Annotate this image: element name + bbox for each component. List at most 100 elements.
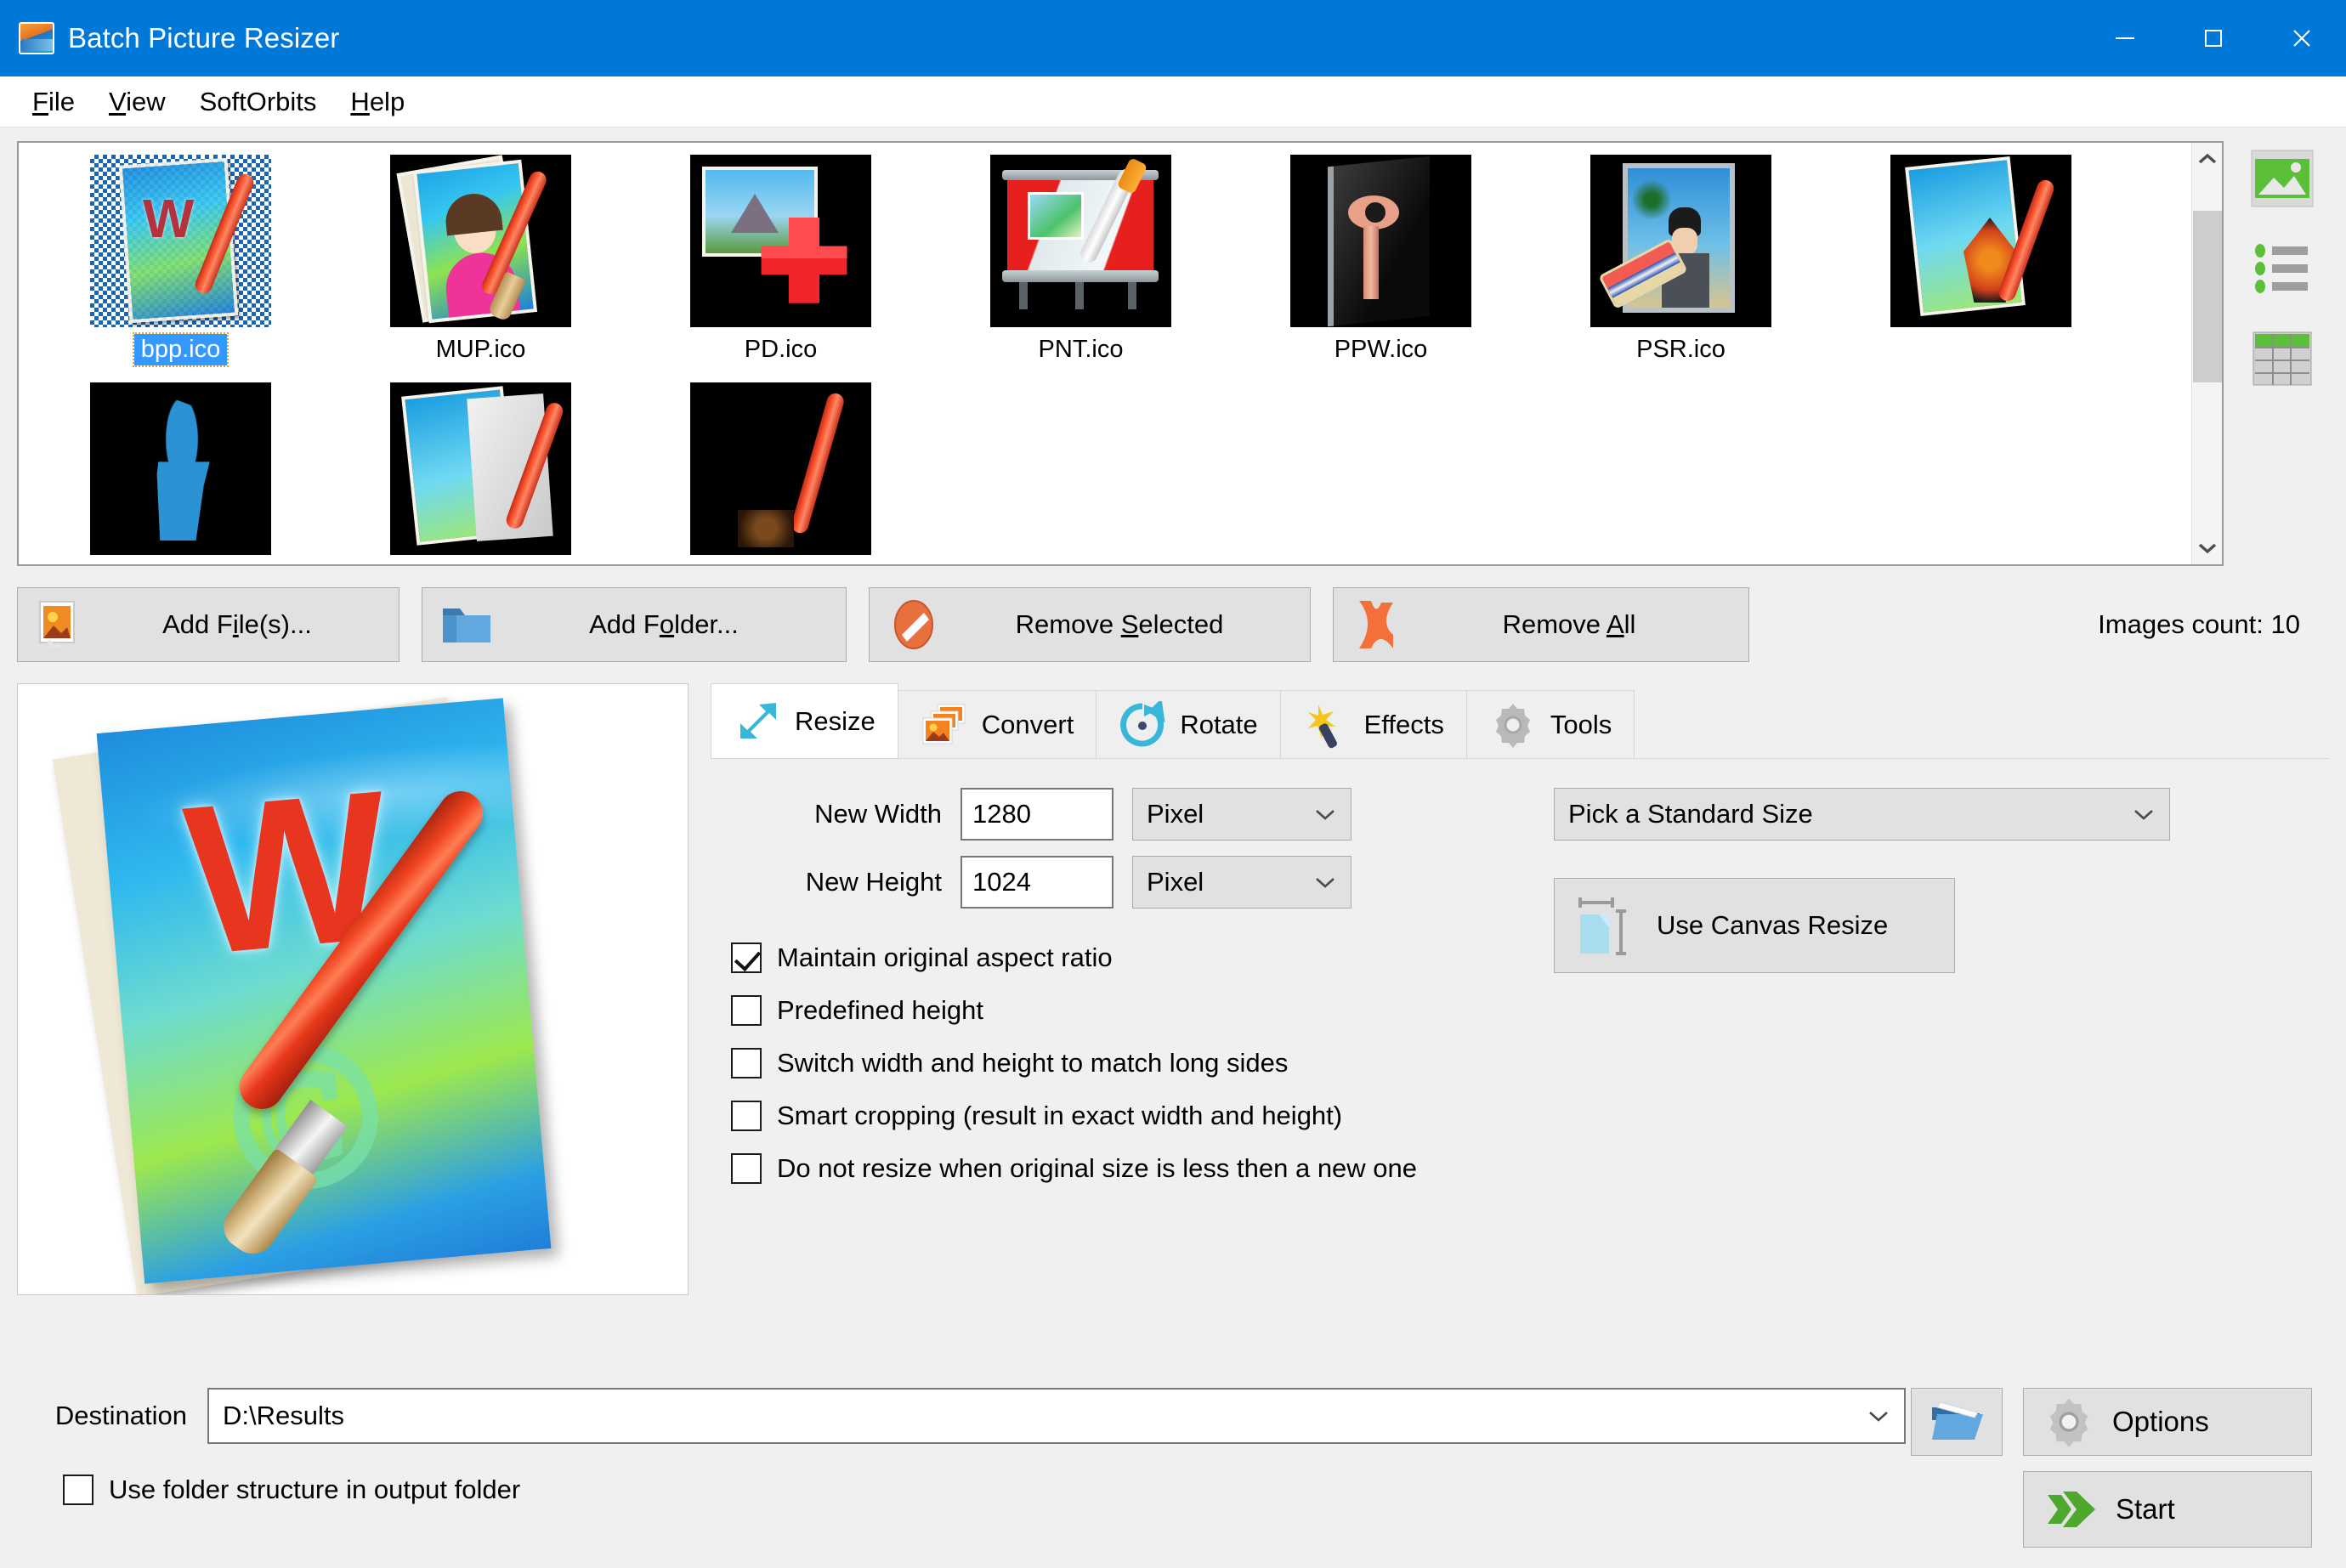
tab-tools[interactable]: Tools: [1465, 690, 1635, 758]
destination-input[interactable]: D:\Results: [207, 1388, 1906, 1444]
maintain-aspect-ratio-row[interactable]: Maintain original aspect ratio: [731, 942, 1493, 973]
settings-panel: Resize Convert Rotate Effects Tools New …: [711, 683, 2329, 1379]
browse-destination-button[interactable]: [1911, 1388, 2003, 1456]
thumbnail-item[interactable]: W bpp.ico: [31, 155, 331, 382]
thumbnail-image: [690, 382, 871, 555]
resize-form-right: Pick a Standard Size Use Canvas Resize: [1493, 788, 2329, 1379]
options-button[interactable]: Options: [2023, 1388, 2312, 1456]
new-width-field: New Width 1280 Pixel: [731, 788, 1493, 841]
menu-item-file[interactable]: File: [15, 82, 92, 122]
thumbnail-item[interactable]: PNT.ico: [931, 155, 1231, 382]
thumbnail-image: W: [90, 155, 271, 327]
switch-width-height-row[interactable]: Switch width and height to match long si…: [731, 1048, 1493, 1078]
images-count-label: Images count: 10: [2098, 609, 2300, 639]
tab-label-rotate: Rotate: [1180, 709, 1258, 739]
resize-arrow-icon: [740, 702, 776, 739]
thumbnail-caption: [174, 562, 188, 564]
new-width-unit-select[interactable]: Pixel: [1132, 788, 1352, 841]
options-label: Options: [2112, 1406, 2209, 1437]
maintain-aspect-ratio-checkbox[interactable]: [731, 942, 762, 973]
open-folder-icon: [1932, 1401, 1983, 1440]
remove-all-button[interactable]: Remove All: [1333, 587, 1749, 662]
thumbnail-caption: [774, 562, 788, 564]
thumbnail-image: [390, 382, 571, 555]
details-view-button[interactable]: [2248, 325, 2316, 393]
chevron-down-icon: [1869, 1412, 1888, 1422]
switch-width-height-checkbox[interactable]: [731, 1048, 762, 1078]
predefined-height-checkbox[interactable]: [731, 995, 762, 1026]
settings-tabs: Resize Convert Rotate Effects Tools: [711, 683, 2329, 758]
do-not-resize-row[interactable]: Do not resize when original size is less…: [731, 1153, 1493, 1184]
menu-item-view[interactable]: View: [92, 82, 183, 122]
thumbnail-item[interactable]: [1831, 155, 2131, 382]
thumbnail-item[interactable]: [631, 382, 931, 564]
start-button[interactable]: Start: [2023, 1471, 2312, 1548]
scroll-up-button[interactable]: [2192, 143, 2223, 175]
main-content: W bpp.ico MUP.ico PD.ico PNT.ico PPW.ico…: [0, 127, 2346, 1568]
thumbnail-list-panel[interactable]: W bpp.ico MUP.ico PD.ico PNT.ico PPW.ico…: [17, 141, 2224, 566]
standard-size-select[interactable]: Pick a Standard Size: [1554, 788, 2170, 841]
thumbnail-art-leg: [1075, 282, 1084, 309]
thumbnail-caption: PNT.ico: [1038, 336, 1124, 363]
thumbnail-item[interactable]: [331, 382, 631, 564]
remove-selected-button[interactable]: Remove Selected: [869, 587, 1311, 662]
thumbnail-caption: [474, 562, 488, 564]
menu-item-softorbits[interactable]: SoftOrbits: [183, 82, 334, 122]
thumbnail-item[interactable]: [31, 382, 331, 564]
close-button[interactable]: [2258, 0, 2346, 76]
thumbnail-art-pupil: [1365, 202, 1386, 223]
thumbnail-art-canvas: [1028, 192, 1084, 240]
use-canvas-resize-button[interactable]: Use Canvas Resize: [1554, 878, 1955, 973]
use-folder-structure-label: Use folder structure in output folder: [109, 1475, 521, 1504]
minimize-button[interactable]: [2081, 0, 2169, 76]
thumbnail-item[interactable]: PPW.ico: [1231, 155, 1531, 382]
smart-cropping-row[interactable]: Smart cropping (result in exact width an…: [731, 1101, 1493, 1131]
new-width-input[interactable]: 1280: [960, 788, 1114, 841]
tab-label-resize: Resize: [795, 705, 876, 736]
new-height-label: New Height: [805, 867, 942, 897]
application-window: Batch Picture Resizer File View SoftOrbi…: [0, 0, 2346, 1568]
thumbnail-art-letter: W: [143, 188, 195, 249]
add-folder-button[interactable]: Add Folder...: [422, 587, 847, 662]
thumbnail-caption: [1975, 334, 1988, 337]
predefined-height-row[interactable]: Predefined height: [731, 995, 1493, 1026]
convert-photos-icon: [922, 704, 966, 744]
add-folder-label: Add Folder...: [589, 609, 739, 639]
thumbnail-item[interactable]: PD.ico: [631, 155, 931, 382]
title-bar: Batch Picture Resizer: [0, 0, 2346, 76]
scroll-down-button[interactable]: [2192, 532, 2223, 564]
menu-label-view-rest: iew: [126, 86, 166, 116]
tab-resize[interactable]: Resize: [711, 683, 898, 758]
thumbnail-item[interactable]: MUP.ico: [331, 155, 631, 382]
tab-rotate[interactable]: Rotate: [1096, 690, 1281, 758]
use-folder-structure-checkbox[interactable]: [63, 1475, 94, 1505]
smart-cropping-label: Smart cropping (result in exact width an…: [777, 1101, 1343, 1130]
thumbnail-view-button[interactable]: [2248, 144, 2316, 212]
resize-tab-panel: New Width 1280 Pixel New Height 1024 Pix…: [711, 758, 2329, 1379]
standard-size-value: Pick a Standard Size: [1568, 799, 1813, 829]
do-not-resize-checkbox[interactable]: [731, 1153, 762, 1184]
tab-effects[interactable]: Effects: [1279, 690, 1467, 758]
new-height-unit-value: Pixel: [1147, 867, 1204, 897]
image-preview-panel[interactable]: W ©: [17, 683, 688, 1295]
footer-right: Options Start: [1906, 1388, 2312, 1548]
smart-cropping-checkbox[interactable]: [731, 1101, 762, 1131]
thumbnail-strip-row: W bpp.ico MUP.ico PD.ico PNT.ico PPW.ico…: [17, 141, 2329, 566]
scrollbar-thumb[interactable]: [2192, 211, 2222, 382]
thumbnail-art-palm: [1633, 172, 1670, 228]
new-height-unit-select[interactable]: Pixel: [1132, 856, 1352, 909]
thumbnail-item[interactable]: PSR.ico: [1531, 155, 1831, 382]
thumbnail-image: [1590, 155, 1771, 327]
use-folder-structure-row[interactable]: Use folder structure in output folder: [63, 1475, 1906, 1505]
add-files-button[interactable]: Add File(s)...: [17, 587, 400, 662]
thumbnail-art-handle: [1363, 226, 1379, 299]
list-view-button[interactable]: [2248, 235, 2316, 303]
scrollbar-track[interactable]: [2192, 175, 2223, 532]
menu-item-help[interactable]: Help: [333, 82, 422, 122]
thumbnail-caption: PPW.ico: [1334, 336, 1428, 363]
footer-button-stack: Options Start: [2023, 1388, 2312, 1548]
tab-convert[interactable]: Convert: [897, 690, 1097, 758]
thumbnail-scrollbar[interactable]: [2191, 143, 2222, 564]
maximize-button[interactable]: [2169, 0, 2258, 76]
new-height-input[interactable]: 1024: [960, 856, 1114, 909]
